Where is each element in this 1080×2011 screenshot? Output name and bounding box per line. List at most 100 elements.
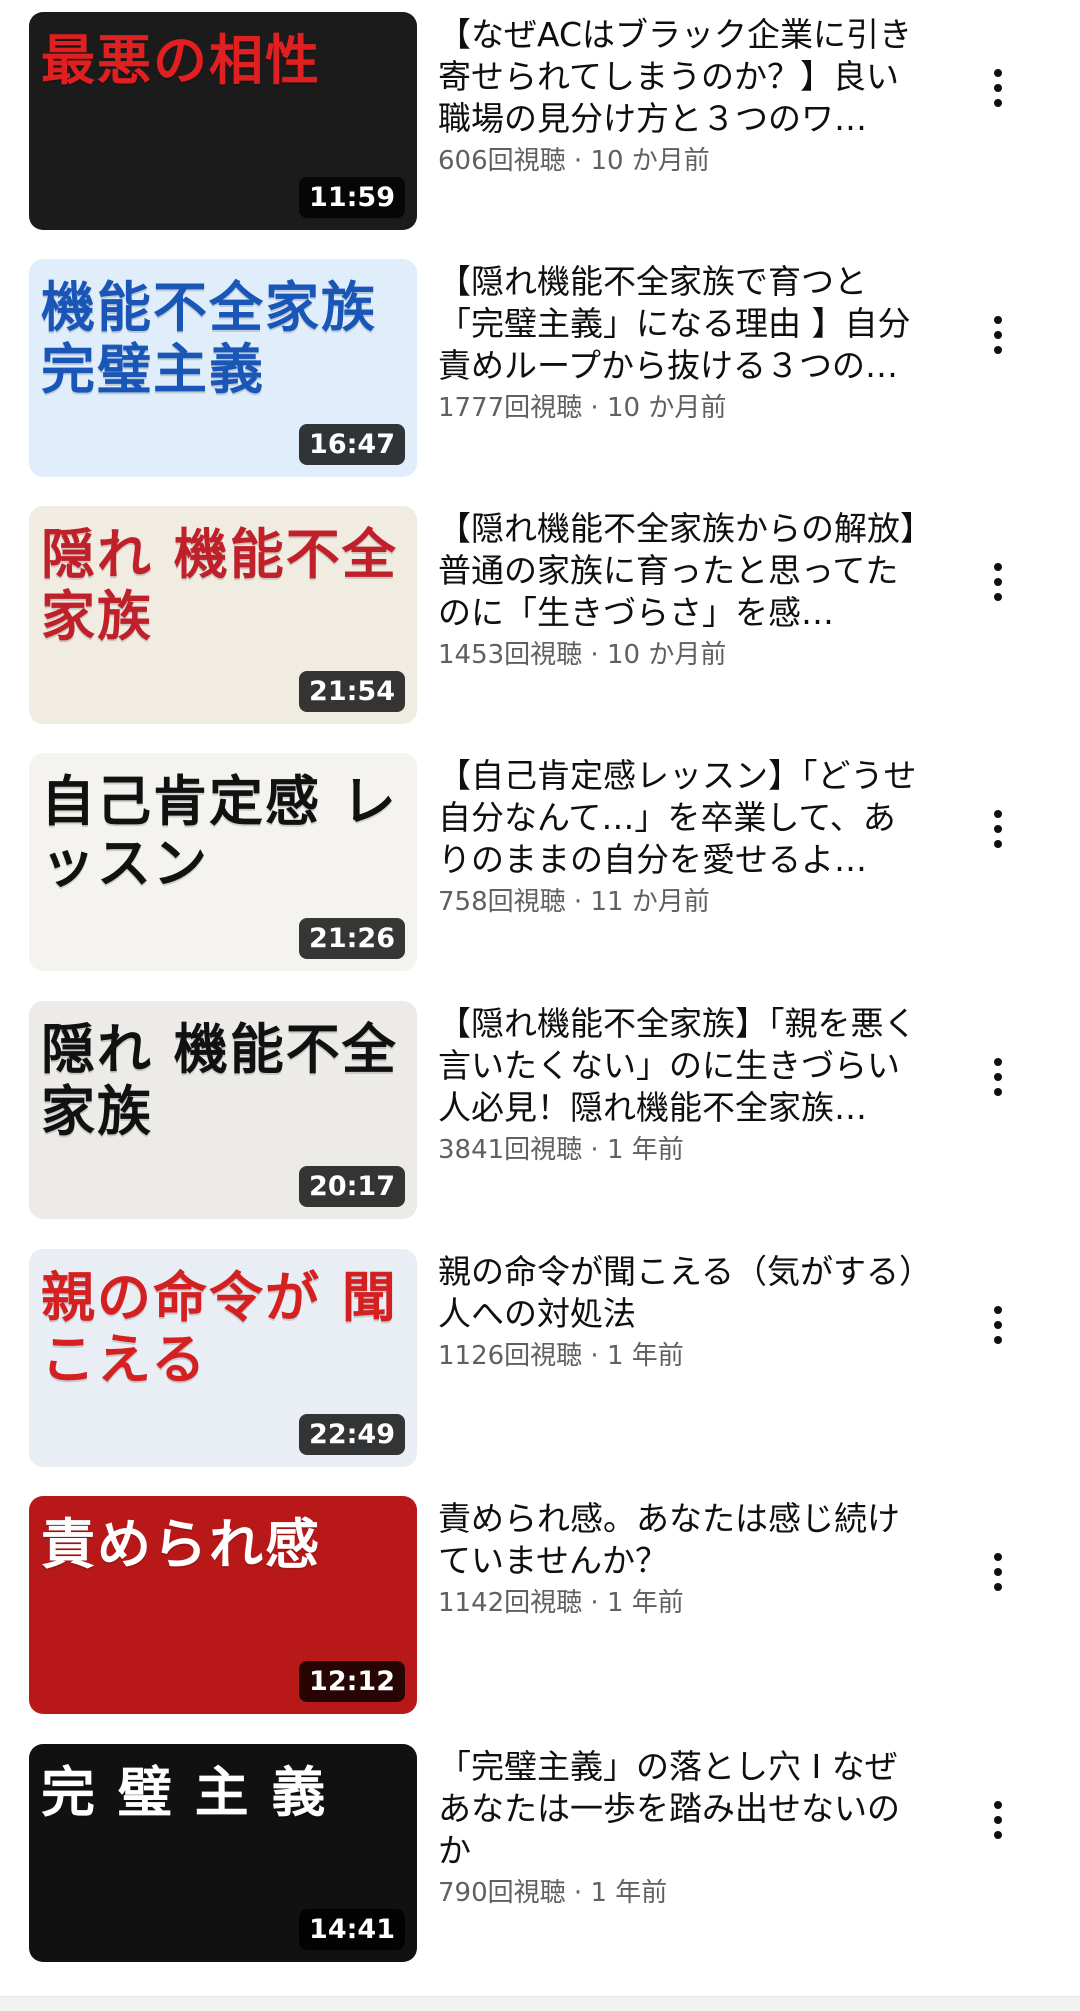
view-count: 3841回視聴	[438, 1135, 583, 1165]
video-list-item[interactable]: 自己肯定感 レッスン 21:26 【自己肯定感レッスン】「どうせ自分なんて…」を卒業…	[0, 753, 1080, 973]
video-list-item[interactable]: 完 璧 主 義 14:41 「完璧主義」の落とし穴 I なぜあなたは一歩を踏み出せな…	[0, 1744, 1080, 1964]
more-options-icon[interactable]	[978, 1295, 1018, 1355]
menu-dot	[994, 69, 1002, 77]
more-options-icon[interactable]	[978, 305, 1018, 365]
menu-dot	[994, 1088, 1002, 1096]
video-list-item[interactable]: 責められ感 12:12 責められ感。あなたは感じ続けていませんか？ 1142回視聴 ·…	[0, 1496, 1080, 1716]
video-title[interactable]: 【隠れ機能不全家族】「親を悪く言いたくない」のに生きづらい人必見！隠れ機能不全家…	[438, 1003, 928, 1129]
menu-dot	[994, 578, 1002, 586]
upload-age: 1 年前	[606, 1588, 684, 1618]
upload-age: 1 年前	[590, 1878, 668, 1908]
menu-dot	[994, 563, 1002, 571]
video-thumbnail[interactable]: 隠れ 機能不全家族 21:54	[29, 506, 417, 724]
video-info: 【なぜACはブラック企業に引き寄せられてしまうのか？】良い職場の見分け方と３つの…	[438, 14, 928, 178]
video-list-item[interactable]: 最悪の相性 11:59 【なぜACはブラック企業に引き寄せられてしまうのか？】良い職…	[0, 12, 1080, 232]
more-options-icon[interactable]	[978, 552, 1018, 612]
menu-dot	[994, 331, 1002, 339]
video-info: 【自己肯定感レッスン】「どうせ自分なんて…」を卒業して、ありのままの自分を愛せる…	[438, 755, 928, 919]
menu-dot	[994, 1073, 1002, 1081]
view-count: 1142回視聴	[438, 1588, 583, 1618]
menu-dot	[994, 1816, 1002, 1824]
menu-dot	[994, 84, 1002, 92]
upload-age: 10 か月前	[606, 393, 727, 423]
upload-age: 10 か月前	[590, 146, 710, 176]
menu-dot	[994, 810, 1002, 818]
video-thumbnail[interactable]: 隠れ 機能不全 家族 20:17	[29, 1001, 417, 1219]
menu-dot	[994, 1058, 1002, 1066]
video-metadata: 1777回視聴 · 10 か月前	[438, 391, 928, 425]
video-thumbnail[interactable]: 親の命令が 聞こえる 22:49	[29, 1249, 417, 1467]
menu-dot	[994, 1831, 1002, 1839]
video-thumbnail[interactable]: 完 璧 主 義 14:41	[29, 1744, 417, 1962]
thumbnail-caption: 親の命令が 聞こえる	[41, 1266, 398, 1392]
video-metadata: 606回視聴 · 10 か月前	[438, 144, 928, 178]
menu-dot	[994, 593, 1002, 601]
thumbnail-caption: 隠れ 機能不全 家族	[41, 1018, 398, 1144]
bottom-edge	[0, 1996, 1080, 2011]
meta-separator: ·	[582, 1588, 607, 1618]
menu-dot	[994, 1306, 1002, 1314]
video-title[interactable]: 責められ感。あなたは感じ続けていませんか？	[438, 1498, 928, 1582]
view-count: 1453回視聴	[438, 640, 583, 670]
menu-dot	[994, 346, 1002, 354]
video-title[interactable]: 「完璧主義」の落とし穴 I なぜあなたは一歩を踏み出せないのか	[438, 1746, 928, 1872]
view-count: 1126回視聴	[438, 1341, 583, 1371]
video-metadata: 3841回視聴 · 1 年前	[438, 1133, 928, 1167]
more-options-icon[interactable]	[978, 1542, 1018, 1602]
video-thumbnail[interactable]: 自己肯定感 レッスン 21:26	[29, 753, 417, 971]
video-info: 責められ感。あなたは感じ続けていませんか？ 1142回視聴 · 1 年前	[438, 1498, 928, 1620]
upload-age: 10 か月前	[606, 640, 727, 670]
menu-dot	[994, 1583, 1002, 1591]
menu-dot	[994, 1553, 1002, 1561]
video-list-item[interactable]: 親の命令が 聞こえる 22:49 親の命令が聞こえる（気がする）人への対処法 1126…	[0, 1249, 1080, 1469]
thumbnail-caption: 最悪の相性	[41, 29, 321, 92]
duration-badge: 14:41	[299, 1909, 405, 1950]
upload-age: 11 か月前	[590, 887, 710, 917]
more-options-icon[interactable]	[978, 1047, 1018, 1107]
video-metadata: 758回視聴 · 11 か月前	[438, 885, 928, 919]
video-thumbnail[interactable]: 最悪の相性 11:59	[29, 12, 417, 230]
video-info: 親の命令が聞こえる（気がする）人への対処法 1126回視聴 · 1 年前	[438, 1251, 928, 1373]
video-title[interactable]: 【なぜACはブラック企業に引き寄せられてしまうのか？】良い職場の見分け方と３つの…	[438, 14, 928, 140]
menu-dot	[994, 1568, 1002, 1576]
video-list-item[interactable]: 隠れ 機能不全 家族 20:17 【隠れ機能不全家族】「親を悪く言いたくない」のに生…	[0, 1001, 1080, 1221]
video-info: 【隠れ機能不全家族】「親を悪く言いたくない」のに生きづらい人必見！隠れ機能不全家…	[438, 1003, 928, 1167]
menu-dot	[994, 99, 1002, 107]
video-title[interactable]: 【隠れ機能不全家族で育つと「完璧主義」になる理由 】自分責めループから抜ける３つ…	[438, 261, 928, 387]
meta-separator: ·	[582, 640, 607, 670]
more-options-icon[interactable]	[978, 58, 1018, 118]
more-options-icon[interactable]	[978, 1790, 1018, 1850]
video-info: 【隠れ機能不全家族からの解放】普通の家族に育ったと思ってたのに「生きづらさ」を感…	[438, 508, 928, 672]
duration-badge: 22:49	[299, 1414, 405, 1455]
video-metadata: 1142回視聴 · 1 年前	[438, 1586, 928, 1620]
video-thumbnail[interactable]: 責められ感 12:12	[29, 1496, 417, 1714]
more-options-icon[interactable]	[978, 799, 1018, 859]
thumbnail-caption: 隠れ 機能不全家族	[41, 523, 398, 649]
video-list-item[interactable]: 機能不全家族 完璧主義 16:47 【隠れ機能不全家族で育つと「完璧主義」になる理由…	[0, 259, 1080, 479]
video-list-item[interactable]: 隠れ 機能不全家族 21:54 【隠れ機能不全家族からの解放】普通の家族に育ったと思…	[0, 506, 1080, 726]
menu-dot	[994, 825, 1002, 833]
video-title[interactable]: 親の命令が聞こえる（気がする）人への対処法	[438, 1251, 928, 1335]
meta-separator: ·	[582, 393, 607, 423]
video-thumbnail[interactable]: 機能不全家族 完璧主義 16:47	[29, 259, 417, 477]
meta-separator: ·	[582, 1135, 607, 1165]
view-count: 758回視聴	[438, 887, 566, 917]
video-metadata: 1453回視聴 · 10 か月前	[438, 638, 928, 672]
meta-separator: ·	[565, 1878, 591, 1908]
upload-age: 1 年前	[606, 1341, 684, 1371]
thumbnail-caption: 責められ感	[41, 1513, 321, 1576]
duration-badge: 11:59	[299, 177, 405, 218]
video-metadata: 1126回視聴 · 1 年前	[438, 1339, 928, 1373]
thumbnail-caption: 機能不全家族 完璧主義	[41, 276, 377, 402]
menu-dot	[994, 1801, 1002, 1809]
duration-badge: 21:54	[299, 671, 405, 712]
menu-dot	[994, 840, 1002, 848]
duration-badge: 20:17	[299, 1166, 405, 1207]
view-count: 1777回視聴	[438, 393, 583, 423]
video-info: 「完璧主義」の落とし穴 I なぜあなたは一歩を踏み出せないのか 790回視聴 · …	[438, 1746, 928, 1910]
upload-age: 1 年前	[606, 1135, 684, 1165]
video-info: 【隠れ機能不全家族で育つと「完璧主義」になる理由 】自分責めループから抜ける３つ…	[438, 261, 928, 425]
video-title[interactable]: 【自己肯定感レッスン】「どうせ自分なんて…」を卒業して、ありのままの自分を愛せる…	[438, 755, 928, 881]
video-title[interactable]: 【隠れ機能不全家族からの解放】普通の家族に育ったと思ってたのに「生きづらさ」を感…	[438, 508, 928, 634]
menu-dot	[994, 1336, 1002, 1344]
